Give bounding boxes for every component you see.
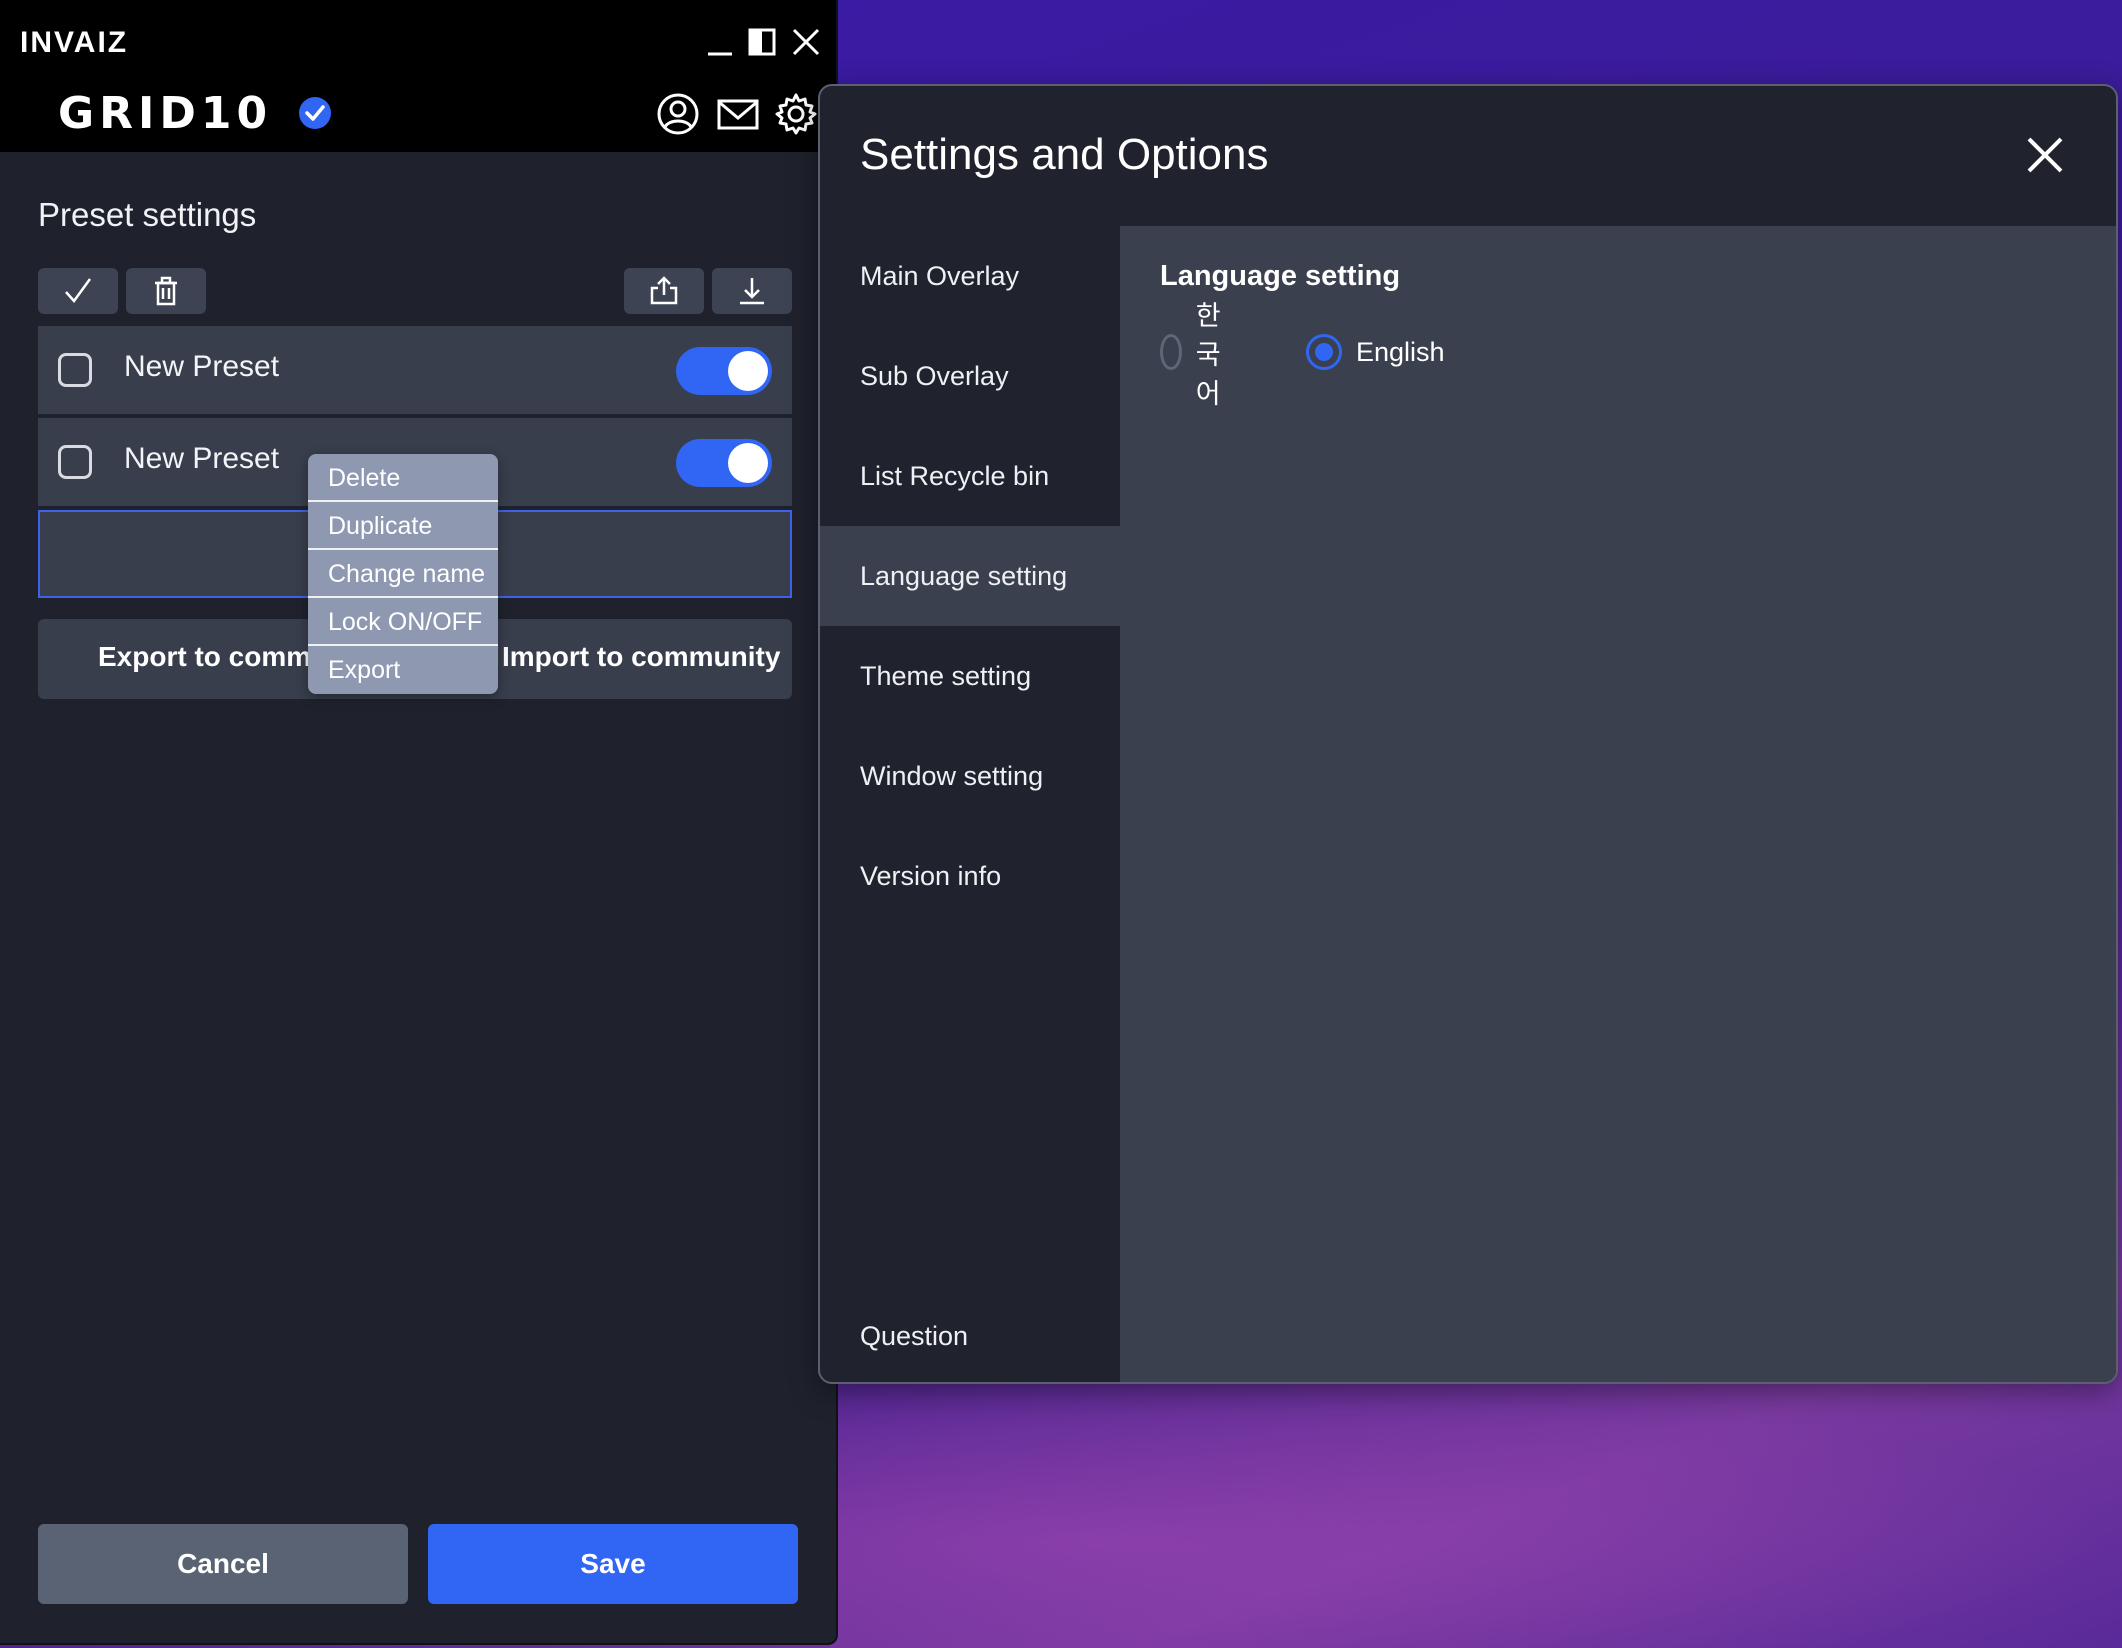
language-panel: Language setting 한국어 English: [1120, 226, 2116, 1382]
nav-item-window[interactable]: Window setting: [820, 726, 1120, 826]
minimize-icon[interactable]: [702, 24, 738, 60]
preset-checkbox[interactable]: [58, 353, 92, 387]
download-icon: [740, 278, 764, 305]
nav-item-recycle-bin[interactable]: List Recycle bin: [820, 426, 1120, 526]
menu-item-duplicate[interactable]: Duplicate: [308, 502, 498, 550]
verified-icon: [298, 96, 332, 130]
toggle-knob: [728, 443, 768, 483]
nav-item-sub-overlay[interactable]: Sub Overlay: [820, 326, 1120, 426]
preset-toggle[interactable]: [676, 347, 772, 395]
close-icon[interactable]: [788, 24, 824, 60]
app-window: INVAIZ GRID10 Preset settings New Preset…: [0, 0, 838, 1645]
upload-icon: [650, 276, 678, 305]
panel-title: Language setting: [1160, 260, 1401, 292]
radio-option-english[interactable]: English: [1306, 332, 1445, 372]
product-name: GRID10: [58, 88, 273, 139]
nav-item-version[interactable]: Version info: [820, 826, 1120, 926]
nav-item-main-overlay[interactable]: Main Overlay: [820, 226, 1120, 326]
import-preset-button[interactable]: [712, 268, 792, 314]
radio-label-korean: 한국어: [1195, 300, 1221, 409]
menu-item-change-name[interactable]: Change name: [308, 550, 498, 598]
account-icon[interactable]: [656, 92, 700, 136]
title-bar: INVAIZ GRID10: [0, 0, 836, 152]
settings-nav: Main Overlay Sub Overlay List Recycle bi…: [820, 226, 1120, 1382]
preset-checkbox[interactable]: [58, 445, 92, 479]
cancel-button[interactable]: Cancel: [38, 1524, 408, 1604]
toggle-knob: [728, 351, 768, 391]
radio-english[interactable]: [1306, 334, 1342, 370]
nav-item-theme[interactable]: Theme setting: [820, 626, 1120, 726]
trash-icon: [155, 276, 177, 306]
preset-toggle[interactable]: [676, 439, 772, 487]
brand-logo: INVAIZ: [20, 26, 129, 59]
close-icon[interactable]: [2024, 134, 2066, 176]
save-button[interactable]: Save: [428, 1524, 798, 1604]
delete-preset-button[interactable]: [126, 268, 206, 314]
preset-name: New Preset: [124, 442, 280, 475]
settings-dialog: Settings and Options Main Overlay Sub Ov…: [818, 84, 2118, 1384]
radio-korean[interactable]: [1160, 334, 1182, 370]
menu-item-lock[interactable]: Lock ON/OFF: [308, 598, 498, 646]
menu-item-export[interactable]: Export: [308, 646, 498, 694]
gear-icon[interactable]: [774, 92, 818, 136]
radio-option-korean[interactable]: 한국어: [1160, 301, 1235, 409]
import-community-label[interactable]: Import to community: [502, 641, 780, 673]
mail-icon[interactable]: [716, 92, 760, 136]
checkmark-icon: [65, 278, 92, 303]
snap-layout-icon[interactable]: [744, 24, 780, 60]
apply-preset-button[interactable]: [38, 268, 118, 314]
export-preset-button[interactable]: [624, 268, 704, 314]
preset-settings-title: Preset settings: [38, 196, 257, 233]
nav-item-question[interactable]: Question: [820, 1286, 1120, 1382]
preset-row[interactable]: New Preset: [38, 326, 792, 414]
context-menu: Delete Duplicate Change name Lock ON/OFF…: [308, 454, 498, 694]
preset-name: New Preset: [124, 350, 280, 383]
settings-title: Settings and Options: [860, 130, 1269, 179]
menu-item-delete[interactable]: Delete: [308, 454, 498, 502]
desktop-background: [830, 1380, 2122, 1648]
nav-item-language[interactable]: Language setting: [820, 526, 1120, 626]
radio-label-english: English: [1356, 336, 1445, 367]
